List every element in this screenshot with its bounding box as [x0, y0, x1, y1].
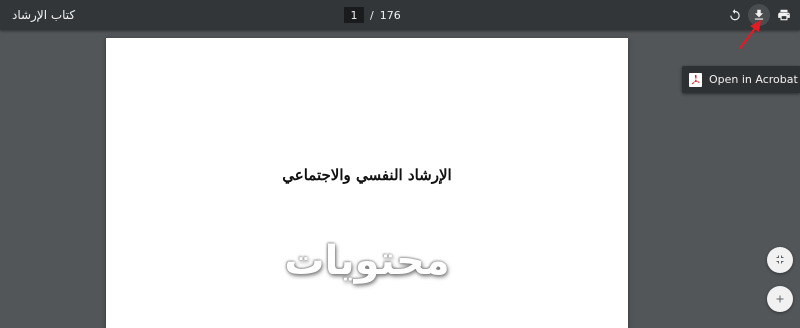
- pdf-page: الإرشاد النفسي والاجتماعي محتويات: [106, 38, 628, 328]
- acrobat-icon: [689, 72, 702, 87]
- page-separator: /: [370, 8, 374, 22]
- print-button[interactable]: [773, 4, 795, 26]
- print-icon: [778, 9, 790, 21]
- document-heading: الإرشاد النفسي والاجتماعي: [282, 166, 452, 184]
- pdf-toolbar: كتاب الإرشاد / 176: [0, 0, 800, 30]
- page-number-input[interactable]: [344, 7, 364, 23]
- zoom-in-button[interactable]: [767, 286, 793, 312]
- fit-to-page-button[interactable]: [767, 247, 793, 273]
- zoom-in-icon: [776, 295, 784, 303]
- watermark-text: محتويات: [284, 238, 450, 284]
- page-navigator: / 176: [344, 7, 401, 23]
- document-title-tab: كتاب الإرشاد: [12, 8, 76, 22]
- red-arrow-annotation: [738, 20, 761, 50]
- total-pages: 176: [379, 8, 401, 22]
- fit-to-page-icon: [776, 255, 784, 264]
- open-in-acrobat-button[interactable]: Open in Acrobat: [682, 66, 800, 93]
- open-in-acrobat-label: Open in Acrobat: [709, 73, 798, 86]
